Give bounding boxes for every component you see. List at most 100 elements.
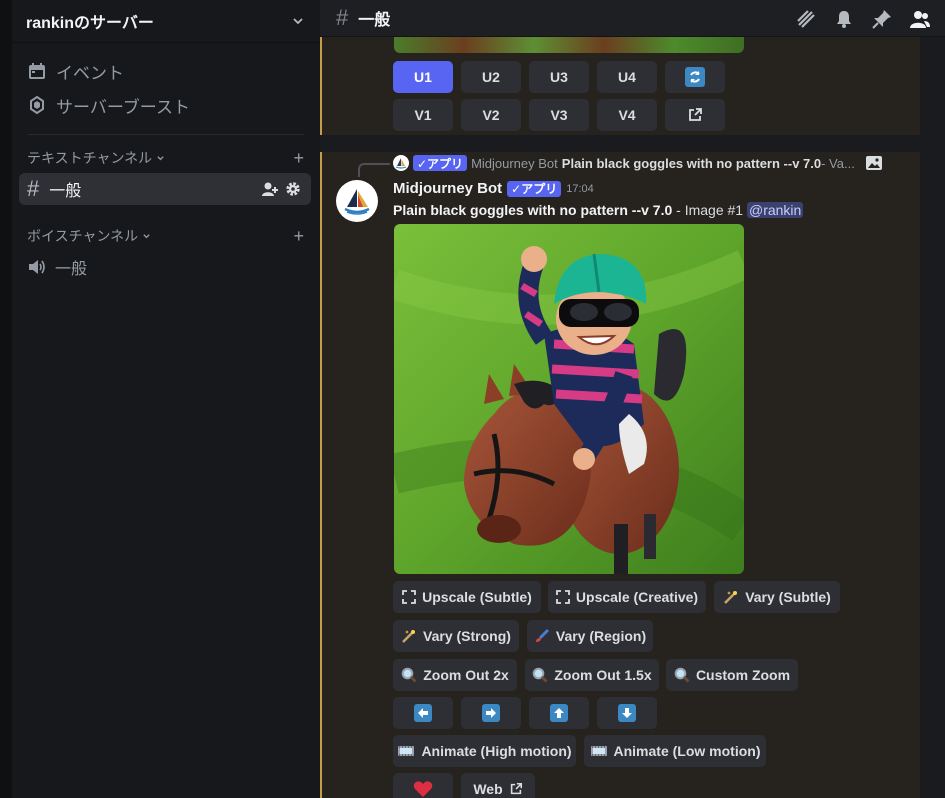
magic-wand-icon — [402, 630, 416, 643]
arrow-left-icon — [414, 704, 432, 722]
external-link-icon — [689, 108, 702, 121]
upscale-subtle-button[interactable]: Upscale (Subtle) — [393, 581, 541, 613]
speaker-icon — [29, 260, 45, 274]
channel-sidebar: rankinのサーバー イベント サーバーブースト テキストチャンネル + # … — [12, 0, 320, 798]
like-button[interactable] — [393, 773, 453, 798]
arrow-right-icon — [482, 704, 500, 722]
pan-up-button[interactable] — [529, 697, 589, 729]
reply-author: Midjourney Bot — [471, 155, 558, 171]
pan-left-button[interactable] — [393, 697, 453, 729]
message-timestamp: 17:04 — [566, 182, 594, 195]
server-name: rankinのサーバー — [26, 15, 154, 32]
magnifier-icon — [533, 667, 548, 683]
boost-icon — [30, 96, 44, 114]
zoom-out-1-5x-button[interactable]: Zoom Out 1.5x — [525, 659, 659, 691]
user-mention[interactable]: @rankin — [746, 202, 804, 218]
magic-wand-icon — [724, 591, 738, 604]
add-channel-icon[interactable]: + — [293, 149, 304, 167]
v2-button[interactable]: V2 — [461, 99, 521, 131]
reply-suffix: - Va... — [821, 155, 855, 171]
channel-label: 一般 — [49, 183, 82, 200]
pan-right-button[interactable] — [461, 697, 521, 729]
gear-icon[interactable] — [285, 181, 301, 197]
vary-strong-button[interactable]: Vary (Strong) — [393, 620, 519, 652]
magnifier-icon — [674, 667, 690, 683]
bell-icon[interactable] — [833, 8, 855, 30]
message-author[interactable]: Midjourney Bot — [393, 180, 502, 197]
v3-button[interactable]: V3 — [529, 99, 589, 131]
app-badge: ✓アプリ — [507, 180, 562, 197]
animate-low-button[interactable]: Animate (Low motion) — [584, 735, 766, 767]
arrow-up-icon — [550, 704, 568, 722]
app-badge: ✓アプリ — [413, 155, 468, 171]
events-item[interactable]: イベント — [12, 54, 320, 88]
animate-high-button[interactable]: Animate (High motion) — [393, 735, 576, 767]
chevron-down-icon — [293, 18, 303, 25]
server-header[interactable]: rankinのサーバー — [12, 0, 320, 43]
expand-icon — [402, 590, 417, 604]
pin-icon[interactable] — [871, 8, 893, 30]
reroll-button[interactable] — [665, 61, 725, 93]
previous-image-grid[interactable] — [394, 37, 744, 53]
vary-region-button[interactable]: Vary (Region) — [527, 620, 653, 652]
magnifier-icon — [401, 667, 417, 683]
heart-icon — [413, 781, 433, 797]
text-channel-category[interactable]: テキストチャンネル + — [12, 145, 320, 171]
reply-text: Plain black goggles with no pattern --v … — [561, 155, 822, 171]
v1-button[interactable]: V1 — [393, 99, 453, 131]
server-list-strip — [0, 0, 12, 798]
pan-down-button[interactable] — [597, 697, 657, 729]
voice-channel-label: 一般 — [55, 261, 88, 278]
chevron-down-icon — [143, 233, 150, 238]
upscale-creative-button[interactable]: Upscale (Creative) — [548, 581, 706, 613]
external-link-icon — [510, 782, 522, 795]
image-label: - Image #1 — [672, 202, 747, 218]
server-boost-item[interactable]: サーバーブースト — [12, 88, 320, 122]
jockey-image — [394, 224, 744, 574]
channel-header: # 一般 — [320, 0, 945, 37]
message-content: Plain black goggles with no pattern --v … — [393, 202, 804, 218]
discord-window: rankinのサーバー イベント サーバーブースト テキストチャンネル + # … — [0, 0, 945, 798]
open-link-button[interactable] — [665, 99, 725, 131]
invite-icon[interactable] — [261, 181, 279, 197]
threads-icon[interactable] — [795, 8, 817, 30]
u3-button[interactable]: U3 — [529, 61, 589, 93]
text-category-label: テキストチャンネル — [27, 150, 153, 166]
voice-channel-category[interactable]: ボイスチャンネル + — [12, 223, 320, 249]
voice-category-label: ボイスチャンネル — [27, 228, 139, 244]
channel-item-voice-general[interactable]: 一般 — [19, 251, 311, 283]
u4-button[interactable]: U4 — [597, 61, 657, 93]
message-midjourney: ✓アプリ Midjourney Bot Plain black goggles … — [320, 152, 920, 798]
message-list: U1 U2 U3 U4 V1 V2 V3 V4 ✓アプリ Midjourney … — [320, 37, 945, 798]
message-previous: U1 U2 U3 U4 V1 V2 V3 V4 — [320, 37, 920, 135]
text-channel-icon: # — [336, 5, 349, 30]
add-channel-icon[interactable]: + — [293, 227, 304, 245]
sidebar-divider — [28, 134, 304, 135]
u2-button[interactable]: U2 — [461, 61, 521, 93]
midjourney-logo-icon — [344, 189, 370, 215]
custom-zoom-button[interactable]: Custom Zoom — [666, 659, 798, 691]
u1-button[interactable]: U1 — [393, 61, 453, 93]
paintbrush-icon — [535, 628, 549, 642]
refresh-icon — [685, 67, 705, 87]
member-list-icon[interactable] — [909, 8, 931, 30]
expand-icon — [556, 590, 570, 604]
reply-preview[interactable]: ✓アプリ Midjourney Bot Plain black goggles … — [393, 155, 883, 171]
avatar[interactable] — [336, 180, 378, 222]
arrow-down-icon — [618, 704, 636, 722]
image-icon — [865, 156, 882, 170]
channel-item-general[interactable]: # 一般 — [19, 173, 311, 205]
channel-title: 一般 — [358, 12, 391, 29]
reply-avatar-icon — [393, 155, 409, 171]
film-icon — [398, 746, 415, 756]
generated-image[interactable] — [394, 224, 744, 574]
zoom-out-2x-button[interactable]: Zoom Out 2x — [393, 659, 517, 691]
reply-connector — [358, 163, 390, 177]
text-channel-icon: # — [27, 176, 40, 201]
v4-button[interactable]: V4 — [597, 99, 657, 131]
vary-subtle-button[interactable]: Vary (Subtle) — [714, 581, 840, 613]
prompt-text: Plain black goggles with no pattern --v … — [393, 202, 673, 218]
film-icon — [590, 746, 607, 756]
chevron-down-icon — [157, 155, 164, 160]
web-button[interactable]: Web — [461, 773, 535, 798]
